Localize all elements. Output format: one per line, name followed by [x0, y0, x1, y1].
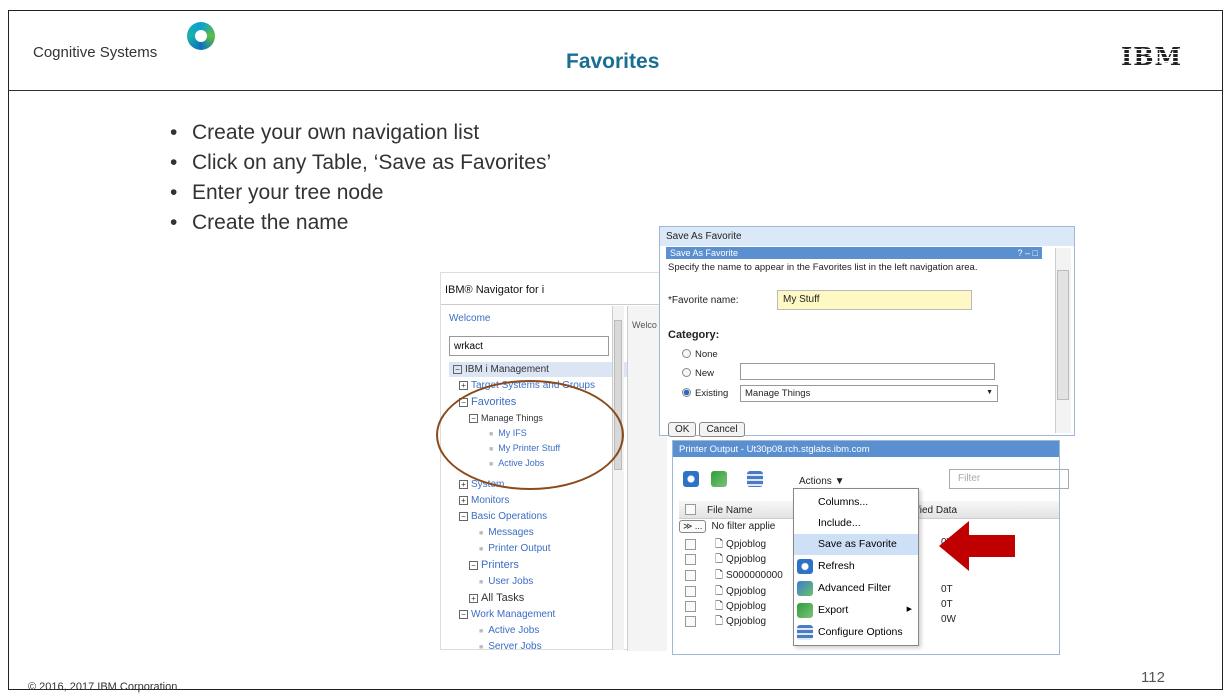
actions-context-menu: Columns... Include... Save as Favorite R… — [793, 488, 919, 646]
filter-row: ≫ ... No filter applie — [679, 520, 775, 533]
col-modified[interactable]: fied Data — [917, 505, 957, 516]
existing-category-select[interactable]: Manage Things — [740, 385, 998, 402]
configure-options-icon — [797, 625, 813, 640]
favorite-name-input[interactable]: My Stuff — [777, 290, 972, 310]
menu-item-columns[interactable]: Columns... — [794, 492, 918, 513]
actions-menu-button[interactable]: Actions ▼ — [799, 476, 844, 487]
cognitive-logo-icon — [187, 22, 215, 50]
submenu-arrow-icon: ▶ — [906, 606, 912, 613]
radio-new[interactable]: New — [682, 368, 714, 379]
bullet-item: Click on any Table, ‘Save as Favorites’ — [170, 148, 551, 178]
bullet-item: Enter your tree node — [170, 178, 551, 208]
dialog-inner-title: Save As Favorite ? – □ — [666, 247, 1042, 259]
page-number: 112 — [1141, 669, 1165, 686]
task-search-input[interactable] — [449, 336, 609, 356]
radio-none[interactable]: None — [682, 349, 718, 360]
favorite-name-label: *Favorite name: — [668, 295, 739, 306]
bullet-item: Create your own navigation list — [170, 118, 551, 148]
menu-item-save-as-favorite[interactable]: Save as Favorite — [794, 534, 918, 555]
navigator-title: IBM® Navigator for i — [441, 273, 664, 305]
select-all-checkbox[interactable] — [685, 504, 696, 515]
radio-existing[interactable]: Existing — [682, 388, 728, 399]
filter-button[interactable]: ≫ ... — [679, 520, 707, 533]
export-icon — [797, 603, 813, 618]
dialog-description: Specify the name to appear in the Favori… — [668, 262, 978, 273]
menu-item-export[interactable]: Export ▶ — [794, 600, 918, 621]
dialog-buttons: OK Cancel — [668, 422, 748, 437]
footer-copyright: © 2016, 2017 IBM Corporation — [28, 681, 178, 693]
menu-item-advanced-filter[interactable]: Advanced Filter — [794, 578, 918, 599]
header-divider — [8, 90, 1223, 91]
red-arrow-icon — [939, 521, 1015, 571]
tree-root[interactable]: −IBM i Management⟳ — [449, 362, 656, 377]
ibm-logo: IBM — [1121, 42, 1183, 71]
menu-item-include[interactable]: Include... — [794, 513, 918, 534]
printer-output-title: Printer Output - Ut30p08.rch.stglabs.ibm… — [673, 441, 1059, 457]
new-category-input[interactable] — [740, 363, 995, 380]
cancel-button[interactable]: Cancel — [699, 422, 745, 437]
bullet-item: Create the name — [170, 208, 551, 238]
dialog-outer-title: Save As Favorite — [660, 227, 1074, 246]
refresh-icon[interactable] — [683, 471, 699, 487]
advanced-filter-icon — [797, 581, 813, 596]
filter-input[interactable]: Filter — [949, 469, 1069, 489]
ok-button[interactable]: OK — [668, 422, 697, 437]
col-file-name[interactable]: File Name — [707, 505, 753, 516]
save-as-favorite-dialog: Save As Favorite Save As Favorite ? – □ … — [659, 226, 1075, 437]
category-label: Category: — [668, 329, 720, 341]
slide-title: Favorites — [566, 50, 660, 73]
dialog-window-controls[interactable]: ? – □ — [1018, 247, 1038, 259]
menu-item-refresh[interactable]: Refresh — [794, 556, 918, 577]
refresh-icon — [797, 559, 813, 574]
configure-table-icon[interactable] — [747, 471, 763, 487]
menu-item-configure-options[interactable]: Configure Options — [794, 622, 918, 643]
dialog-scroll-thumb[interactable] — [1057, 270, 1069, 400]
highlight-circle — [436, 380, 624, 490]
export-icon[interactable] — [711, 471, 727, 487]
bullet-list: Create your own navigation list Click on… — [170, 118, 551, 238]
brand-label: Cognitive Systems — [33, 44, 158, 61]
